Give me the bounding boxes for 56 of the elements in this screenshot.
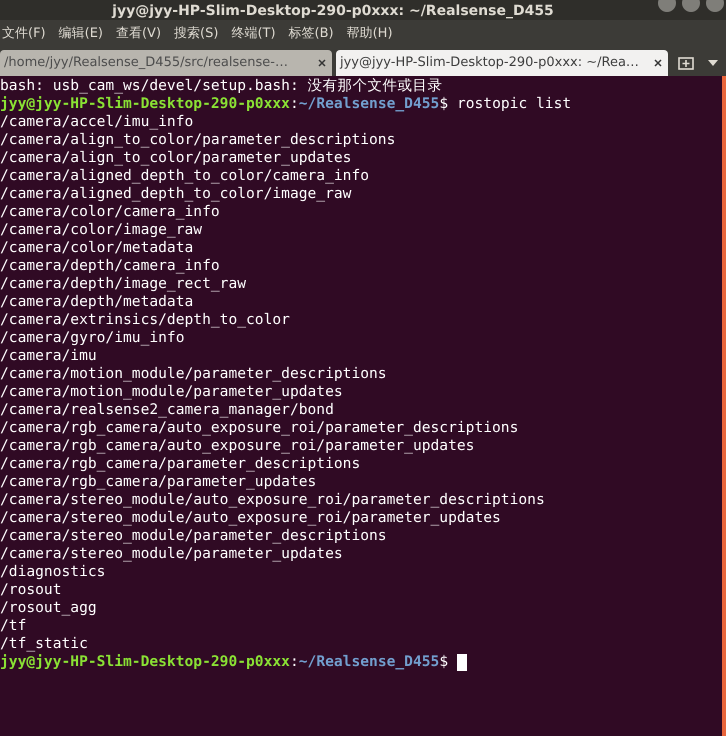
tab-label: jyy@jyy-HP-Slim-Desktop-290-p0xxx: ~/Rea…: [340, 54, 639, 72]
output-line: /camera/rgb_camera/auto_exposure_roi/parameter_updates: [0, 437, 476, 455]
menu-item[interactable]: 搜索(S): [174, 24, 218, 44]
caret-icon[interactable]: [708, 60, 718, 66]
output-line: /camera/depth/camera_info: [0, 257, 221, 275]
output-line: /camera/stereo_module/auto_exposure_roi/parameter_descriptions: [0, 491, 546, 509]
output-line: /camera/rgb_camera/parameter_updates: [0, 473, 318, 491]
prompt-sign: $: [439, 653, 448, 671]
output-line: /camera/color/image_raw: [0, 221, 204, 239]
output-line: /camera/motion_module/parameter_descriptions: [0, 365, 388, 383]
prompt-separator: :: [290, 95, 299, 113]
output-line: /camera/stereo_module/parameter_updates: [0, 545, 344, 563]
output-line: /camera/depth/image_rect_raw: [0, 275, 248, 293]
output-line: /camera/color/camera_info: [0, 203, 221, 221]
output-line: /camera/aligned_depth_to_color/camera_info: [0, 167, 370, 185]
output-line: /camera/accel/imu_info: [0, 113, 194, 131]
menu-item[interactable]: 帮助(H): [346, 24, 393, 44]
output-line: /camera/color/metadata: [0, 239, 194, 257]
output-line: /camera/realsense2_camera_manager/bond: [0, 401, 335, 419]
prompt-sign: $: [439, 95, 448, 113]
terminal-tab[interactable]: jyy@jyy-HP-Slim-Desktop-290-p0xxx: ~/Rea…: [336, 50, 668, 76]
output-line: /camera/align_to_color/parameter_updates: [0, 149, 352, 167]
output-line: /tf: [0, 617, 28, 635]
output-line: /tf_static: [0, 635, 89, 653]
output-line: /camera/imu: [0, 347, 98, 365]
output-line: /camera/align_to_color/parameter_descriptions: [0, 131, 396, 149]
new-tab-icon[interactable]: [678, 55, 696, 71]
close-icon[interactable]: [654, 59, 662, 67]
output-line: /diagnostics: [0, 563, 106, 581]
output-line: /camera/stereo_module/parameter_descriptions: [0, 527, 388, 545]
window-title: jyy@jyy-HP-Slim-Desktop-290-p0xxx: ~/Realsense_D455: [112, 2, 554, 20]
tab-label: /home/jyy/Realsense_D455/src/realsense-…: [4, 54, 288, 72]
output-line: /camera/gyro/imu_info: [0, 329, 186, 347]
prompt-user: jyy@jyy-HP-Slim-Desktop-290-p0xxx: [0, 95, 290, 113]
output-line: /camera/rgb_camera/auto_exposure_roi/parameter_descriptions: [0, 419, 520, 437]
output-line: /rosout: [0, 581, 63, 599]
menu-item[interactable]: 查看(V): [116, 24, 162, 44]
command-text: rostopic list: [456, 95, 572, 113]
output-line: /camera/rgb_camera/parameter_descriptions: [0, 455, 362, 473]
menu-item[interactable]: 文件(F): [2, 24, 46, 44]
terminal-tab[interactable]: /home/jyy/Realsense_D455/src/realsense-…: [0, 50, 332, 76]
menu-item[interactable]: 标签(B): [288, 24, 334, 44]
output-line: /camera/stereo_module/auto_exposure_roi/parameter_updates: [0, 509, 502, 527]
output-line: /camera/depth/metadata: [0, 293, 194, 311]
prompt-path: ~/Realsense_D455: [298, 653, 440, 671]
menu-item[interactable]: 编辑(E): [58, 24, 103, 44]
output-line: bash: usb_cam_ws/devel/setup.bash: 没有那个文件或目录: [0, 77, 444, 95]
prompt-user: jyy@jyy-HP-Slim-Desktop-290-p0xxx: [0, 653, 290, 671]
close-icon[interactable]: [318, 59, 326, 67]
output-line: /camera/motion_module/parameter_updates: [0, 383, 344, 401]
menu-item[interactable]: 终端(T): [231, 24, 276, 44]
prompt-separator: :: [290, 653, 299, 671]
output-line: /rosout_agg: [0, 599, 98, 617]
output-line: /camera/aligned_depth_to_color/image_raw: [0, 185, 352, 203]
output-line: /camera/extrinsics/depth_to_color: [0, 311, 291, 329]
prompt-path: ~/Realsense_D455: [298, 95, 440, 113]
